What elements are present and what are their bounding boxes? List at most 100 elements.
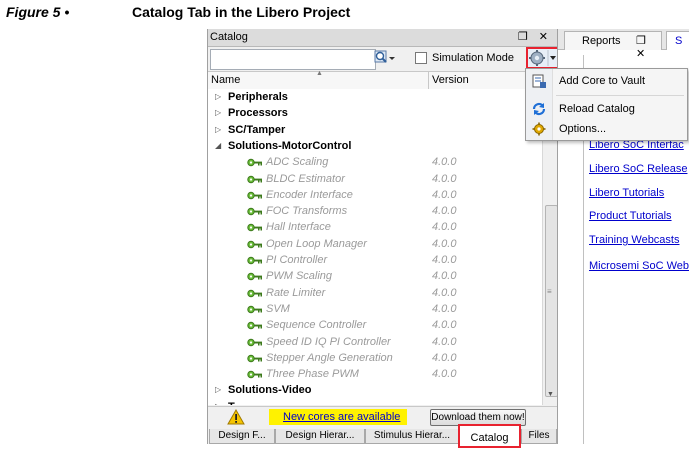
new-cores-link[interactable]: New cores are available	[283, 411, 400, 423]
link-libero-soc-release[interactable]: Libero SoC Release	[589, 163, 687, 175]
tree-item[interactable]: FOC Transforms 4.0.0	[208, 204, 542, 220]
tree-row-label: T...	[228, 401, 243, 405]
tree-item[interactable]: PWM Scaling 4.0.0	[208, 269, 542, 285]
scroll-down-icon[interactable]: ▼	[547, 391, 554, 398]
key-icon	[247, 207, 262, 216]
tree-group[interactable]: ▷ Peripherals	[208, 90, 542, 106]
tree-row-label: SC/Tamper	[228, 123, 286, 136]
tree-item[interactable]: Sequence Controller 4.0.0	[208, 318, 542, 334]
tree-row-version: 4.0.0	[432, 286, 457, 299]
tab-design-flow[interactable]: Design F...	[209, 429, 275, 444]
tree-item[interactable]: Rate Limiter 4.0.0	[208, 286, 542, 302]
tab-start-page[interactable]: S	[666, 31, 689, 50]
warning-icon	[227, 408, 245, 425]
tree-row-label: ADC Scaling	[266, 156, 329, 169]
key-icon	[247, 175, 262, 183]
collapsed-arrow-icon[interactable]: ▷	[215, 385, 221, 394]
catalog-tree: ▷ Peripherals ▷ Processors ▷ SC/Tamper ◢ Soluti…	[208, 89, 542, 405]
catalog-panel-header: Catalog ❐ ✕	[208, 29, 558, 47]
tree-row-label: Sequence Controller	[266, 319, 367, 332]
tree-item[interactable]: SVM 4.0.0	[208, 302, 542, 318]
tree-row-label: Peripherals	[228, 91, 288, 103]
expanded-arrow-icon[interactable]: ◢	[215, 141, 221, 150]
catalog-toolbar: Simulation Mode	[208, 47, 559, 71]
tree-row-label: SVM	[266, 302, 290, 315]
key-icon	[247, 256, 262, 265]
tab-catalog[interactable]: Catalog	[458, 424, 521, 448]
key-icon	[247, 224, 262, 232]
key-icon	[247, 305, 262, 314]
tree-item[interactable]: Three Phase PWM 4.0.0	[208, 367, 542, 383]
tree-row-label: Solutions-MotorControl	[228, 139, 352, 152]
tree-item[interactable]: Stepper Angle Generation 4.0.0	[208, 351, 542, 367]
key-icon	[247, 240, 262, 248]
tab-files[interactable]: Files	[521, 429, 557, 444]
tree-row-label: Encoder Interface	[266, 188, 353, 201]
menu-add-core-to-vault[interactable]: Add Core to Vault	[559, 75, 645, 87]
collapsed-arrow-icon[interactable]: ▷	[215, 92, 221, 101]
add-core-icon	[532, 74, 546, 88]
tab-stimulus-hierarchy[interactable]: Stimulus Hierar...	[365, 429, 459, 444]
key-icon	[247, 338, 262, 346]
tree-item[interactable]: Encoder Interface 4.0.0	[208, 188, 542, 204]
figure-caption: Figure 5 • Catalog Tab in the Libero Pro…	[6, 4, 350, 20]
tree-group[interactable]: ▷ Solutions-Video	[208, 383, 542, 399]
tree-row-label: Three Phase PWM	[266, 368, 359, 381]
simulation-mode-checkbox[interactable]	[415, 52, 427, 64]
catalog-search-input[interactable]	[210, 49, 376, 70]
tab-reports[interactable]: Reports ❐ ✕	[564, 31, 662, 60]
menu-options[interactable]: Options...	[559, 123, 606, 135]
tree-row-version: 4.0.0	[432, 351, 457, 364]
collapsed-arrow-icon[interactable]: ▷	[215, 108, 221, 117]
tab-design-hierarchy[interactable]: Design Hierar...	[275, 429, 365, 444]
tree-row-label: Speed ID IQ PI Controller	[266, 335, 391, 348]
key-icon	[247, 354, 262, 362]
tree-row-version: 4.0.0	[432, 172, 457, 185]
key-icon	[247, 321, 262, 330]
sort-ascending-icon: ▲	[316, 70, 323, 77]
tree-row-label: Solutions-Video	[228, 384, 312, 397]
simulation-mode-label: Simulation Mode	[432, 52, 514, 64]
tree-row-version: 4.0.0	[432, 302, 457, 315]
figure-title: Catalog Tab in the Libero Project	[132, 4, 351, 20]
search-icon[interactable]	[374, 50, 396, 67]
column-version[interactable]: Version	[432, 74, 469, 86]
tree-row-label: Open Loop Manager	[266, 237, 367, 250]
key-icon	[247, 370, 262, 379]
link-product-tutorials[interactable]: Product Tutorials	[589, 210, 672, 222]
catalog-options-button[interactable]	[526, 47, 559, 69]
column-name[interactable]: Name	[211, 74, 240, 86]
new-cores-highlight: New cores are available	[269, 409, 407, 425]
link-libero-tutorials[interactable]: Libero Tutorials	[589, 187, 664, 199]
tree-row-label: Rate Limiter	[266, 286, 326, 299]
tree-row-label: BLDC Estimator	[266, 172, 345, 185]
menu-reload-catalog[interactable]: Reload Catalog	[559, 103, 635, 115]
tree-row-label: PI Controller	[266, 254, 328, 266]
tree-group[interactable]: ▷ T...	[208, 400, 542, 405]
tree-row-label: Processors	[228, 107, 288, 120]
catalog-panel-title: Catalog	[210, 31, 248, 43]
collapsed-arrow-icon[interactable]: ▷	[215, 125, 221, 134]
tree-item[interactable]: Speed ID IQ PI Controller 4.0.0	[208, 335, 542, 351]
tree-group[interactable]: ◢ Solutions-MotorControl	[208, 139, 542, 155]
tree-row-version: 4.0.0	[432, 335, 457, 348]
tree-item[interactable]: Open Loop Manager 4.0.0	[208, 237, 542, 253]
panel-float-close-buttons[interactable]: ❐ ✕	[518, 30, 552, 43]
tree-row-version: 4.0.0	[432, 221, 457, 234]
tree-item[interactable]: ADC Scaling 4.0.0	[208, 155, 542, 171]
tree-item[interactable]: Hall Interface 4.0.0	[208, 220, 542, 236]
collapsed-arrow-icon[interactable]: ▷	[215, 402, 221, 405]
gear-icon	[529, 50, 556, 66]
tree-item[interactable]: PI Controller 4.0.0	[208, 253, 542, 269]
link-microsemi-soc-web[interactable]: Microsemi SoC Web	[589, 260, 689, 272]
tree-group[interactable]: ▷ Processors	[208, 106, 542, 122]
link-training-webcasts[interactable]: Training Webcasts	[589, 234, 679, 246]
tree-item[interactable]: BLDC Estimator 4.0.0	[208, 172, 542, 188]
tree-row-label: FOC Transforms	[266, 205, 348, 218]
tree-group[interactable]: ▷ SC/Tamper	[208, 123, 542, 139]
catalog-panel: Catalog ❐ ✕ Simulation Mode Name ▲ Versi…	[207, 29, 559, 448]
right-tab-bar: Reports ❐ ✕ S	[558, 29, 689, 60]
tree-row-version: 4.0.0	[432, 237, 457, 250]
tree-row-version: 4.0.0	[432, 205, 457, 218]
tree-row-version: 4.0.0	[432, 156, 457, 169]
